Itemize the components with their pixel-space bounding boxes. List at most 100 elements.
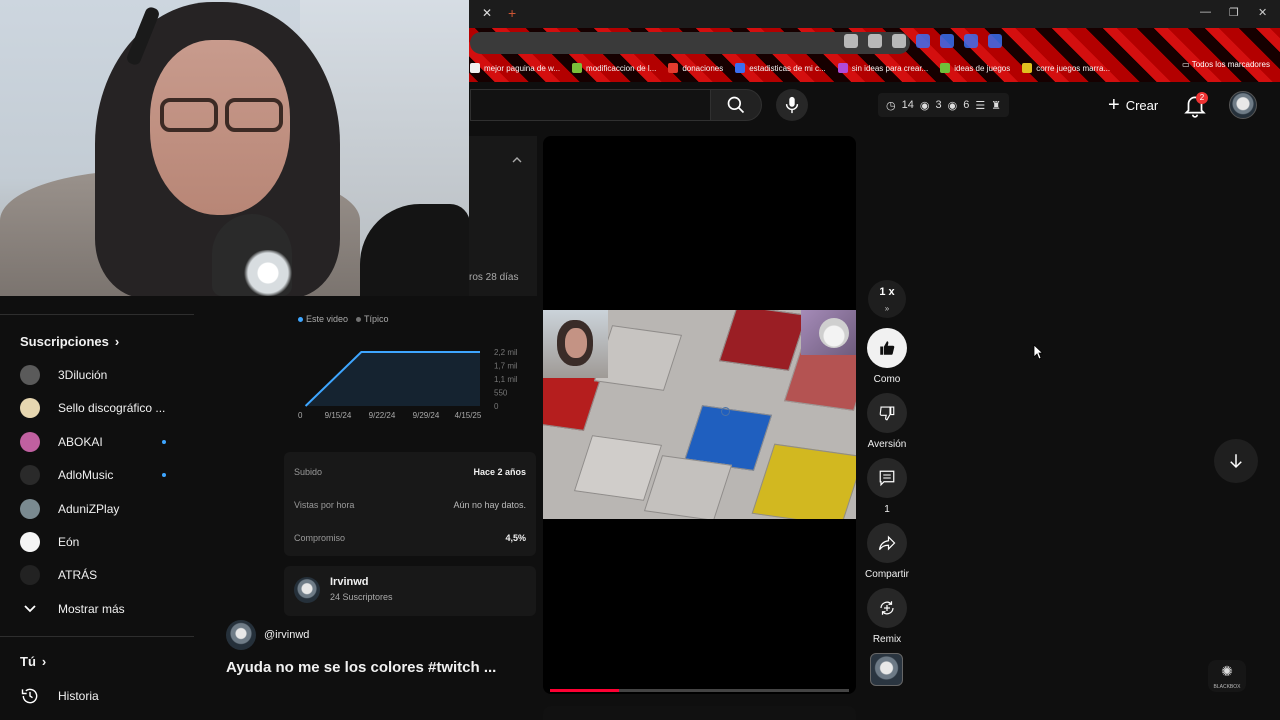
video-owner[interactable]: @irvinwd: [226, 620, 309, 650]
share-button[interactable]: [867, 523, 907, 563]
sidebar-item-subscription[interactable]: AdloMusic: [20, 459, 190, 491]
streamer-facecam: [543, 310, 608, 378]
dislike-label: Aversión: [867, 439, 907, 450]
glasses-icon: [160, 98, 218, 132]
install-app-icon[interactable]: [844, 34, 858, 48]
remix-button[interactable]: [867, 588, 907, 628]
extension-icon[interactable]: [916, 34, 930, 48]
share-icon: [878, 535, 896, 551]
chevron-right-icon: ›: [41, 654, 47, 669]
window-close-icon[interactable]: ✕: [1258, 6, 1267, 19]
like-label: Como: [873, 374, 901, 385]
bookmark-item[interactable]: ideas de juegos: [940, 63, 1010, 73]
bookmark-item[interactable]: modificaccion de l...: [572, 63, 656, 73]
next-short-preview: [543, 706, 856, 720]
arrow-down-icon: [1230, 454, 1242, 469]
extension-icon[interactable]: [964, 34, 978, 48]
stat-label: Compromiso: [294, 533, 346, 543]
channel-name[interactable]: Irvinwd: [330, 576, 369, 588]
new-content-dot: [162, 473, 166, 478]
blackbox-logo-icon: ✺: [1221, 663, 1233, 679]
bookmark-favicon-icon: [837, 63, 848, 73]
bookmark-label: modificaccion de l...: [586, 63, 657, 73]
sidebar-item-subscription[interactable]: Eón: [20, 526, 190, 558]
dislike-action: Aversión: [866, 393, 908, 450]
tab-close-icon[interactable]: ✕: [482, 6, 492, 20]
all-bookmarks-link[interactable]: ▭ Todos los marcadores: [1182, 60, 1270, 69]
thumbs-up-icon: [880, 341, 895, 355]
bookmark-item[interactable]: sin ideas para crear...: [837, 63, 929, 73]
mic-light: [238, 250, 298, 296]
mouse-cursor-icon: [1033, 344, 1043, 360]
bookmark-item[interactable]: donaciones: [668, 63, 723, 73]
you-heading[interactable]: Tú ›: [20, 654, 46, 669]
crosshair-icon: [721, 407, 730, 416]
y-tick-label: 550: [494, 389, 508, 398]
restore-icon[interactable]: ❐: [1229, 6, 1239, 19]
owner-handle[interactable]: @irvinwd: [264, 629, 309, 641]
channel-avatar: [20, 565, 40, 586]
extension-stats[interactable]: ◷ 14 ◉ 3 ◉ 6 ☰ ♜: [878, 93, 1010, 117]
playback-speed-button[interactable]: 1 x »: [868, 280, 906, 318]
trophy-icon[interactable]: ♜: [991, 99, 1001, 112]
sidebar-divider: [0, 636, 194, 637]
minimize-icon[interactable]: —: [1200, 6, 1211, 18]
x-tick-label: 9/29/24: [413, 411, 440, 420]
bookmark-item[interactable]: mejor paguina de w...: [470, 63, 560, 73]
channel-avatar: [20, 465, 40, 486]
sidebar-item-subscription[interactable]: ATRÁS: [20, 559, 190, 591]
glasses-icon: [225, 98, 283, 132]
shorts-player[interactable]: [543, 136, 856, 694]
stat-row-views-per-hour: Vistas por hora Aún no hay datos.: [294, 500, 526, 510]
channel-card[interactable]: Irvinwd 24 Suscriptores: [284, 566, 536, 616]
sidebar-item-subscription[interactable]: AduniZPlay: [20, 493, 190, 525]
comments-button[interactable]: [867, 458, 907, 498]
sidebar-item-subscription[interactable]: Sello discográfico ...: [20, 392, 190, 424]
bookmarks-bar: mejor paguina de w... modificaccion de l.…: [470, 60, 1280, 76]
next-video-button[interactable]: [1214, 439, 1258, 483]
create-button[interactable]: + Crear: [1098, 89, 1168, 121]
sound-thumbnail[interactable]: [870, 653, 903, 686]
search-input[interactable]: [470, 89, 710, 121]
blackbox-label: BLACKBOX: [1213, 684, 1241, 690]
like-button[interactable]: [867, 328, 907, 368]
voice-search-button[interactable]: [776, 89, 808, 121]
account-avatar[interactable]: [1229, 91, 1257, 119]
extension-icon[interactable]: [988, 34, 1002, 48]
video-title[interactable]: Ayuda no me se los colores #twitch ...: [226, 659, 496, 676]
show-more-label: Mostrar más: [58, 602, 125, 616]
bookmark-item[interactable]: estadisticas de mi c...: [735, 63, 826, 73]
y-tick-label: 1,1 mil: [494, 375, 518, 384]
share-action: Compartir: [865, 523, 909, 580]
subscriptions-heading[interactable]: Suscripciones ›: [20, 334, 119, 349]
sidebar-item-subscription[interactable]: ABOKAI: [20, 426, 190, 458]
sidebar-item-subscription[interactable]: 3Dilución: [20, 359, 190, 391]
new-tab-icon[interactable]: +: [508, 5, 516, 21]
legend-this-video: Este video: [298, 314, 348, 324]
new-content-dot: [162, 439, 166, 444]
blackbox-widget[interactable]: ✺ BLACKBOX: [1208, 660, 1246, 692]
channel-avatar[interactable]: [294, 577, 320, 603]
cat-overlay: [801, 310, 856, 355]
sidebar-item-history[interactable]: Historia: [20, 680, 190, 712]
bookmark-item[interactable]: corre juegos marra...: [1022, 63, 1110, 73]
show-more-button[interactable]: Mostrar más: [20, 593, 190, 625]
bookmark-label: sin ideas para crear...: [851, 63, 929, 73]
search-button[interactable]: [710, 89, 762, 121]
extension-icon[interactable]: [940, 34, 954, 48]
owner-avatar[interactable]: [226, 620, 256, 650]
subscription-label: AduniZPlay: [58, 501, 120, 516]
zoom-icon[interactable]: [868, 34, 882, 48]
list-icon[interactable]: ☰: [975, 99, 985, 112]
y-tick-label: 1,7 mil: [494, 362, 518, 371]
star-icon[interactable]: [892, 34, 906, 48]
y-tick-label: 2,2 mil: [494, 348, 518, 357]
like-action: Como: [866, 328, 908, 385]
floor-tile: [643, 455, 733, 519]
plus-icon: +: [1108, 94, 1120, 116]
chevron-up-icon[interactable]: [512, 156, 522, 164]
chart-legend: Este video Típico: [298, 314, 389, 324]
dislike-button[interactable]: [867, 393, 907, 433]
stat-value: 4,5%: [505, 533, 526, 543]
channel-avatar: [20, 365, 40, 385]
